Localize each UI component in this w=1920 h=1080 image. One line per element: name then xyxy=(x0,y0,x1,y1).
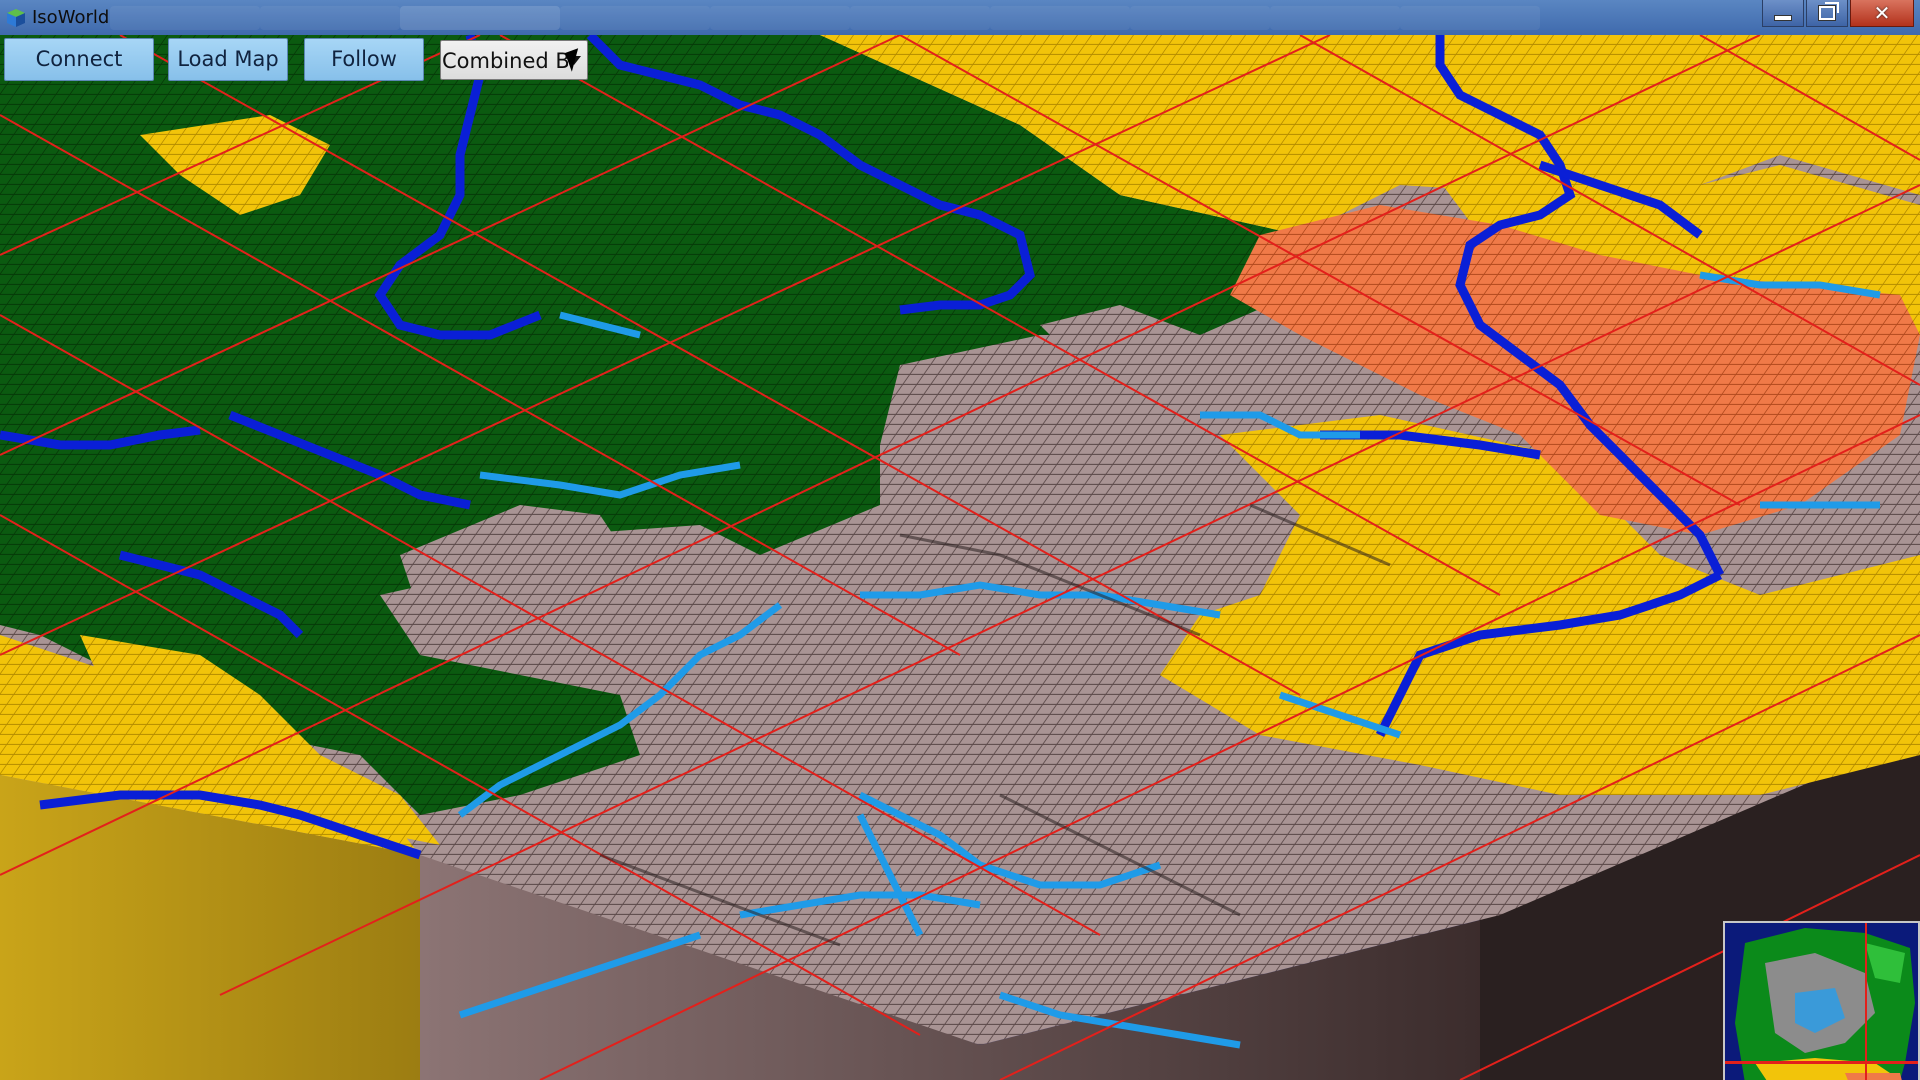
close-button[interactable]: ✕ xyxy=(1850,0,1914,27)
follow-button[interactable]: Follow xyxy=(304,38,424,81)
isoworld-cube-icon xyxy=(7,9,25,27)
load-map-button[interactable]: Load Map xyxy=(168,38,288,81)
minimize-icon xyxy=(1774,15,1792,21)
close-icon: ✕ xyxy=(1873,1,1891,25)
minimap-render xyxy=(1725,923,1918,1080)
maximize-button[interactable] xyxy=(1806,0,1848,27)
restore-icon xyxy=(1819,2,1839,20)
window-title-bar: IsoWorld ✕ xyxy=(0,0,1920,35)
isometric-map-viewport[interactable] xyxy=(0,35,1920,1080)
view-mode-selected: Combined Bio xyxy=(442,49,568,73)
window-title: IsoWorld xyxy=(32,7,110,28)
minimap[interactable] xyxy=(1723,921,1920,1080)
terrain-render[interactable] xyxy=(0,35,1920,1080)
connect-button[interactable]: Connect xyxy=(4,38,154,81)
window-controls: ✕ xyxy=(1760,0,1914,28)
minimize-button[interactable] xyxy=(1762,0,1804,27)
view-mode-dropdown[interactable]: Combined Bio xyxy=(440,40,588,80)
background-taskbar-ghost xyxy=(110,6,1750,30)
